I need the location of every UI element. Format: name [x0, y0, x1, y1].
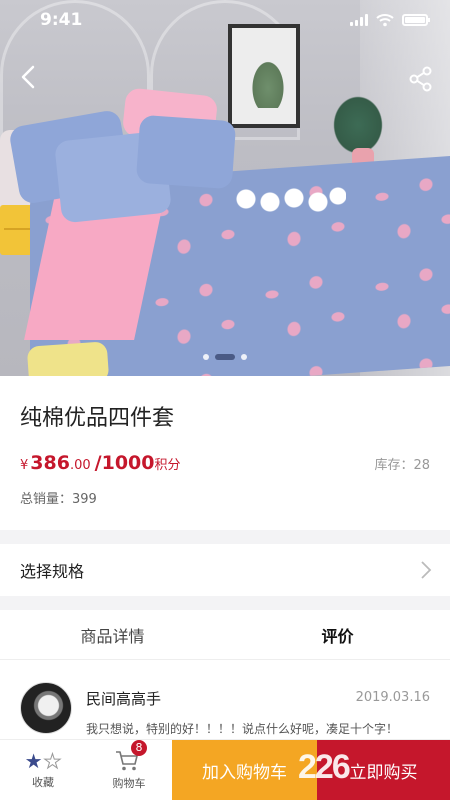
favorite-label: 收藏: [32, 775, 54, 789]
total-sales: 总销量：399: [20, 492, 97, 507]
divider: [0, 596, 450, 610]
battery-icon: [402, 14, 430, 26]
review-text: 我只想说，特别的好！！！！说点什么好呢，凑足十个字！: [86, 722, 399, 736]
pillow: [135, 114, 237, 190]
cart-count-badge: 8: [131, 739, 147, 756]
signal-icon: [350, 14, 368, 26]
stock-count: 库存：28: [374, 458, 430, 473]
star-outline-icon: ★: [43, 748, 62, 773]
share-button[interactable]: [406, 64, 436, 94]
reviewer-name: 民间高高手: [86, 690, 162, 708]
chevron-right-icon: [421, 561, 432, 579]
avatar: [20, 682, 72, 734]
favorite-button[interactable]: ★ ★ 收藏: [0, 740, 86, 800]
divider: [0, 530, 450, 544]
review-item: 民间高高手 2019.03.16 我只想说，特别的好！！！！说点什么好呢，凑足十…: [0, 676, 450, 740]
carousel-dot[interactable]: [203, 354, 209, 360]
star-filled-icon: ★: [24, 748, 43, 773]
status-icons: [350, 13, 430, 27]
tab-reviews[interactable]: 评价: [225, 610, 450, 659]
detail-tabs: 商品详情 评价: [0, 610, 450, 660]
price-currency: ¥: [20, 458, 29, 473]
product-image-carousel[interactable]: [0, 0, 450, 376]
select-spec-row[interactable]: 选择规格: [0, 544, 450, 596]
carousel-indicator: [0, 354, 450, 360]
cart-label: 购物车: [112, 776, 146, 790]
review-date: 2019.03.16: [355, 690, 430, 705]
share-icon: [409, 66, 432, 92]
back-button[interactable]: [14, 62, 44, 92]
status-bar: 9:41: [0, 0, 450, 40]
add-to-cart-button[interactable]: 加入购物车: [172, 740, 317, 800]
price-decimal: .00: [69, 458, 91, 473]
carousel-dot-active[interactable]: [215, 354, 235, 360]
carousel-dot[interactable]: [241, 354, 247, 360]
price-row: ¥ 386 .00 /1000 积分 库存：28: [20, 452, 430, 474]
price: ¥ 386 .00 /1000 积分: [20, 452, 181, 474]
bottom-action-bar: ★ ★ 收藏 8 购物车 加入购物车 立即购买: [0, 739, 450, 800]
points-unit: 积分: [154, 458, 181, 473]
wifi-icon: [376, 14, 394, 27]
tab-product-details[interactable]: 商品详情: [0, 610, 225, 659]
select-spec-label: 选择规格: [20, 562, 85, 581]
status-time: 9:41: [40, 10, 83, 30]
pompom-garland: [236, 184, 346, 214]
price-points: /1000: [94, 452, 155, 474]
price-integer: 386: [30, 452, 70, 474]
favorite-stars: ★ ★: [24, 748, 62, 773]
product-title: 纯棉优品四件套: [20, 406, 175, 431]
buy-now-button[interactable]: 立即购买: [317, 740, 450, 800]
cart-button[interactable]: 8 购物车: [86, 739, 172, 800]
back-arrow-icon: [21, 65, 35, 89]
